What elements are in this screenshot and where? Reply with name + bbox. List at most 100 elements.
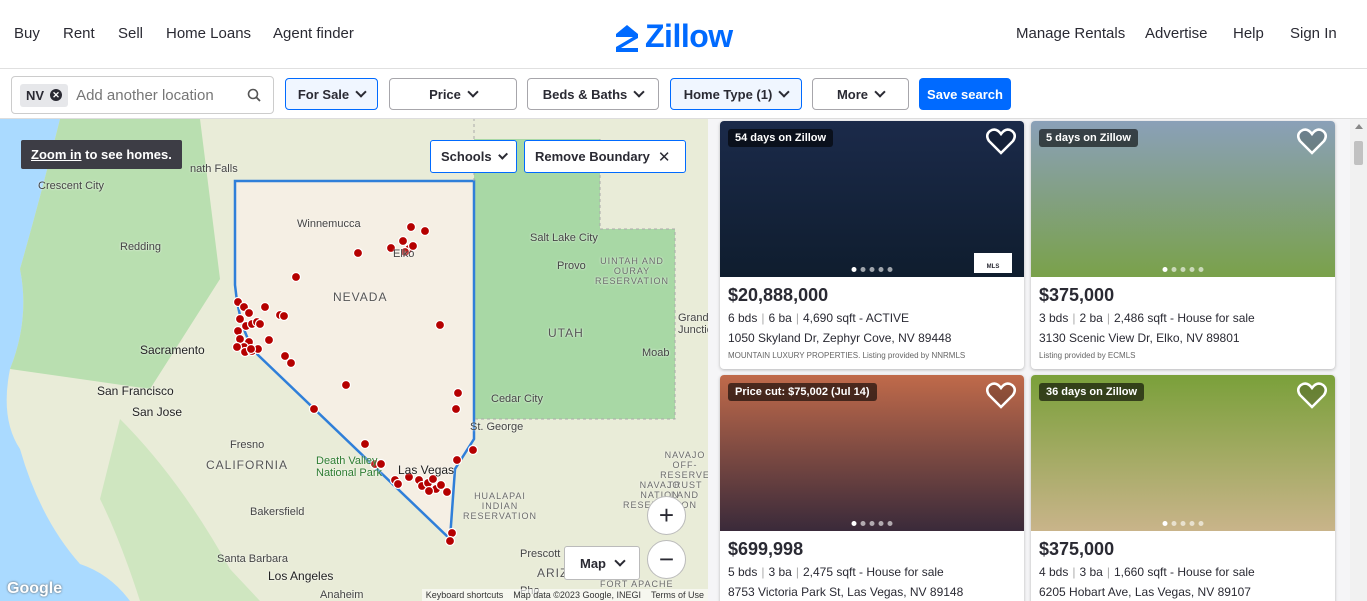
map-label: Fresno [230, 439, 265, 451]
listing-pin[interactable] [392, 478, 404, 490]
listing-pin[interactable] [397, 235, 409, 247]
listing-card[interactable]: Price cut: $75,002 (Jul 14) $699,998 5 b… [720, 375, 1024, 601]
listing-address[interactable]: 3130 Scenic View Dr, Elko, NV 89801 [1039, 331, 1335, 345]
listing-pin[interactable] [467, 444, 479, 456]
map-label: Las Vegas [398, 463, 455, 477]
nav-agent-finder[interactable]: Agent finder [273, 25, 354, 42]
map-label: CALIFORNIA [206, 458, 289, 472]
nav-rent[interactable]: Rent [63, 25, 95, 42]
listing-provider: Listing provided by ECMLS [1039, 351, 1136, 360]
nav-home-loans[interactable]: Home Loans [166, 25, 251, 42]
scrollbar[interactable] [1350, 119, 1367, 601]
listing-pin[interactable] [263, 334, 275, 346]
listing-pin[interactable] [254, 318, 266, 330]
listing-pin[interactable] [259, 301, 271, 313]
baths: 3 ba [768, 565, 792, 579]
nav-manage-rentals[interactable]: Manage Rentals [1016, 25, 1125, 42]
listing-photo[interactable]: Price cut: $75,002 (Jul 14) [720, 375, 1024, 531]
photo-carousel-dots[interactable] [1162, 267, 1204, 272]
nav-advertise[interactable]: Advertise [1145, 25, 1208, 42]
listing-pin[interactable] [278, 310, 290, 322]
sqft: 2,475 sqft [802, 565, 856, 579]
beds: 5 bds [728, 565, 758, 579]
sqft: 4,690 sqft [802, 311, 856, 325]
listing-card[interactable]: 5 days on Zillow $375,000 3 bds | 2 ba | 2,4… [1031, 121, 1335, 369]
search-icon[interactable] [247, 88, 261, 102]
photo-carousel-dots[interactable] [851, 267, 893, 272]
listing-pin[interactable] [444, 535, 456, 547]
listing-pin[interactable] [434, 319, 446, 331]
zoom-in-button[interactable]: + [647, 496, 686, 535]
zillow-logo[interactable]: Zillow [613, 18, 733, 55]
listing-facts: 3 bds | 2 ba | 2,486 sqft - House for sale [1039, 311, 1255, 325]
listing-pin[interactable] [452, 387, 464, 399]
listing-pin[interactable] [352, 247, 364, 259]
nav-sign-in[interactable]: Sign In [1290, 25, 1337, 42]
terms-link[interactable]: Terms of Use [651, 590, 704, 600]
listing-pin[interactable] [245, 343, 257, 355]
listing-pin[interactable] [359, 438, 371, 450]
listing-pin[interactable] [290, 271, 302, 283]
listing-pin[interactable] [231, 341, 243, 353]
listing-card[interactable]: 54 days on Zillow MLS $20,888,000 6 bds |… [720, 121, 1024, 369]
for-sale-button[interactable]: For Sale [285, 78, 378, 110]
listing-pin[interactable] [308, 403, 320, 415]
listing-pin[interactable] [423, 485, 435, 497]
beds-baths-label: Beds & Baths [542, 86, 628, 102]
search-input[interactable] [76, 86, 237, 104]
zoom-in-link[interactable]: Zoom in [31, 147, 82, 162]
listing-address[interactable]: 8753 Victoria Park St, Las Vegas, NV 891… [728, 585, 1024, 599]
heart-icon[interactable] [1297, 127, 1327, 155]
listing-card[interactable]: 36 days on Zillow $375,000 4 bds | 3 ba | 1,… [1031, 375, 1335, 601]
heart-icon[interactable] [1297, 381, 1327, 409]
zoom-tip-text: to see homes. [81, 147, 172, 162]
price-button[interactable]: Price [389, 78, 517, 110]
chevron-down-icon [633, 86, 645, 98]
listing-pin[interactable] [405, 221, 417, 233]
nav-buy[interactable]: Buy [14, 25, 40, 42]
photo-carousel-dots[interactable] [1162, 521, 1204, 526]
schools-button[interactable]: Schools [430, 140, 517, 173]
zoom-in-tip: Zoom in to see homes. [21, 140, 182, 169]
listing-pin[interactable] [441, 486, 453, 498]
listing-photo[interactable]: 54 days on Zillow MLS [720, 121, 1024, 277]
scrollbar-thumb[interactable] [1354, 141, 1363, 165]
remove-chip-icon[interactable]: ✕ [50, 89, 63, 101]
sqft: 2,486 sqft [1113, 311, 1167, 325]
listing-pin[interactable] [285, 357, 297, 369]
save-search-button[interactable]: Save search [919, 78, 1011, 110]
listing-price: $375,000 [1039, 285, 1115, 305]
location-chip[interactable]: NV ✕ [20, 83, 69, 107]
map-label: Prescott [520, 548, 561, 560]
map-label: St. George [470, 421, 524, 433]
listing-pin[interactable] [450, 403, 462, 415]
listing-pin[interactable] [419, 225, 431, 237]
map-label: Provo [557, 260, 586, 272]
nav-help[interactable]: Help [1233, 25, 1264, 42]
listing-status: - House for sale [1170, 311, 1255, 325]
beds-baths-button[interactable]: Beds & Baths [527, 78, 659, 110]
listing-pin[interactable] [243, 307, 255, 319]
nav-sell[interactable]: Sell [118, 25, 143, 42]
remove-boundary-button[interactable]: Remove Boundary ✕ [524, 140, 686, 173]
heart-icon[interactable] [986, 127, 1016, 155]
map-label: Grand Junction [678, 312, 708, 336]
more-button[interactable]: More [812, 78, 909, 110]
photo-carousel-dots[interactable] [851, 521, 893, 526]
listing-photo[interactable]: 5 days on Zillow [1031, 121, 1335, 277]
home-type-button[interactable]: Home Type (1) [670, 78, 802, 110]
listing-photo[interactable]: 36 days on Zillow [1031, 375, 1335, 531]
zoom-out-button[interactable]: − [647, 540, 686, 579]
map-type-select[interactable]: Map [564, 546, 640, 580]
beds: 4 bds [1039, 565, 1069, 579]
listing-address[interactable]: 6205 Hobart Ave, Las Vegas, NV 89107 [1039, 585, 1335, 599]
map-label: Elko [393, 248, 415, 260]
map[interactable]: Crescent City nath Falls Redding Winnemu… [0, 119, 708, 601]
keyboard-shortcuts-link[interactable]: Keyboard shortcuts [426, 590, 504, 600]
price-label: Price [429, 86, 461, 102]
listing-address[interactable]: 1050 Skyland Dr, Zephyr Cove, NV 89448 [728, 331, 1024, 345]
heart-icon[interactable] [986, 381, 1016, 409]
top-nav: Buy Rent Sell Home Loans Agent finder Zi… [0, 0, 1367, 69]
listing-pin[interactable] [340, 379, 352, 391]
scroll-up-icon[interactable] [1355, 124, 1363, 129]
